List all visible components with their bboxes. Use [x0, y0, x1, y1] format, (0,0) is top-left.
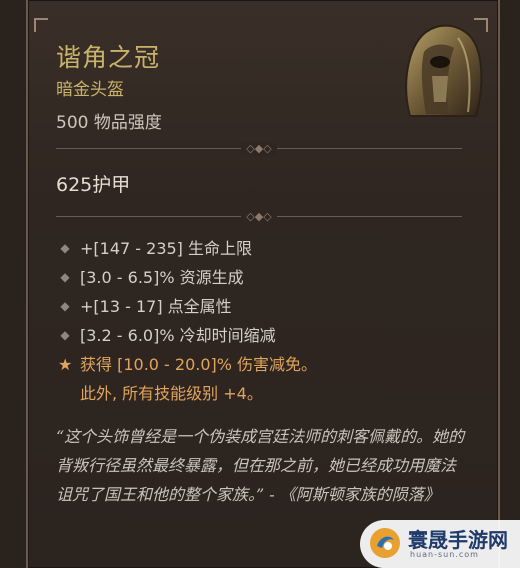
affix-row: ◆ +[13 - 17] 点全属性	[58, 292, 458, 321]
affix-text: [3.2 - 6.0]% 冷却时间缩减	[80, 326, 276, 345]
unique-power-row: ★ 获得 [10.0 - 20.0]% 伤害减免。	[58, 350, 458, 379]
watermark-text: 寰晟手游网	[408, 528, 508, 552]
divider-top: ◇◆◇	[56, 142, 462, 156]
unique-power-text-2: 此外, 所有技能级别 +4。	[80, 384, 263, 403]
item-name: 谐角之冠	[56, 43, 161, 72]
affix-list: ◆ +[147 - 235] 生命上限 ◆ [3.0 - 6.5]% 资源生成 …	[58, 234, 458, 408]
item-power: 500 物品强度	[56, 113, 162, 133]
affix-row: ◆ +[147 - 235] 生命上限	[58, 234, 458, 263]
affix-text: [3.0 - 6.5]% 资源生成	[80, 268, 244, 287]
flavor-text: “这个头饰曾经是一个伪装成宫廷法师的刺客佩戴的。她的背叛行径虽然最终暴露，但在那…	[56, 427, 465, 504]
diamond-bullet-icon: ◆	[60, 299, 70, 313]
watermark-logo-icon	[370, 528, 400, 558]
watermark: 寰晟手游网 huan-sun.com	[360, 520, 520, 568]
item-type: 暗金头盔	[56, 80, 124, 100]
divider-middle: ◇◆◇	[56, 210, 462, 224]
unique-power-row-continued: 此外, 所有技能级别 +4。	[58, 379, 458, 408]
affix-row: ◆ [3.2 - 6.0]% 冷却时间缩减	[58, 321, 458, 350]
affix-text: +[147 - 235] 生命上限	[80, 239, 253, 258]
diamond-bullet-icon: ◆	[60, 270, 70, 284]
affix-text: +[13 - 17] 点全属性	[80, 297, 232, 316]
helmet-icon	[405, 24, 483, 117]
watermark-url: huan-sun.com	[410, 550, 479, 559]
armor-value: 625护甲	[56, 174, 131, 196]
diamond-bullet-icon: ◆	[60, 328, 70, 342]
affix-row: ◆ [3.0 - 6.5]% 资源生成	[58, 263, 458, 292]
diamond-bullet-icon: ◆	[60, 241, 70, 255]
unique-power-text: 获得 [10.0 - 20.0]% 伤害减免。	[80, 355, 318, 374]
frame-corner-top-left	[34, 18, 48, 32]
star-bullet-icon: ★	[58, 355, 73, 374]
